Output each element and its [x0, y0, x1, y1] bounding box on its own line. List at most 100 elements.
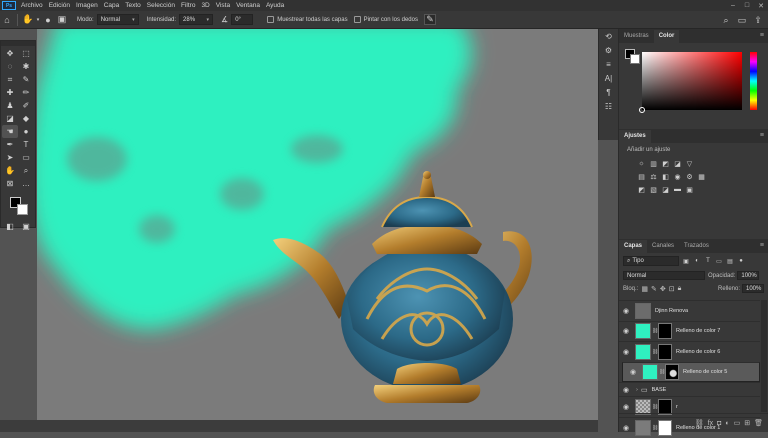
- paragraph-icon[interactable]: ¶: [599, 85, 618, 99]
- menu-ventana[interactable]: Ventana: [233, 2, 263, 9]
- brush-settings-icon[interactable]: ▣: [55, 13, 69, 27]
- home-icon[interactable]: ⌂: [0, 13, 14, 27]
- visibility-eye-icon[interactable]: ◉: [619, 348, 633, 356]
- delete-layer-icon[interactable]: 🗑︎: [754, 419, 763, 427]
- brush-settings-icon[interactable]: ⚙: [599, 43, 618, 57]
- marquee-tool-icon[interactable]: ⬚: [18, 47, 34, 60]
- lock-transparency-icon[interactable]: ▦: [641, 285, 648, 293]
- chevron-right-icon[interactable]: ›: [633, 387, 641, 393]
- link-icon[interactable]: ⛓: [652, 349, 658, 355]
- smudge-tool-icon[interactable]: ☚: [2, 125, 18, 138]
- menu-filtro[interactable]: Filtro: [178, 2, 198, 9]
- search-icon[interactable]: ⌕: [720, 14, 732, 26]
- type-tool-icon[interactable]: T: [18, 138, 34, 151]
- shape-filter-icon[interactable]: ▭: [715, 257, 723, 265]
- minimize-icon[interactable]: –: [726, 0, 740, 11]
- exposure-icon[interactable]: ◪: [673, 159, 682, 168]
- maximize-icon[interactable]: □: [740, 0, 754, 11]
- lock-position-icon[interactable]: ✥: [660, 285, 666, 293]
- visibility-eye-icon[interactable]: ◉: [619, 327, 633, 335]
- crop-tool-icon[interactable]: ⌗: [2, 73, 18, 86]
- hand-tool-icon[interactable]: ✋: [2, 164, 18, 177]
- sample-all-checkbox[interactable]: [267, 16, 275, 23]
- eyedropper-tool-icon[interactable]: ✎: [18, 73, 34, 86]
- eraser-tool-icon[interactable]: ◪: [2, 112, 18, 125]
- more-tools-icon[interactable]: …: [18, 177, 34, 190]
- new-adjustment-icon[interactable]: ◐: [725, 420, 729, 427]
- curves-icon[interactable]: ◩: [661, 159, 670, 168]
- visibility-eye-icon[interactable]: ◉: [626, 368, 640, 376]
- layers-scrollbar[interactable]: [761, 300, 767, 412]
- add-mask-icon[interactable]: ◘: [717, 420, 721, 427]
- blend-mode-select[interactable]: Normal: [623, 271, 705, 280]
- levels-icon[interactable]: ▥: [649, 159, 658, 168]
- fx-icon[interactable]: fx: [708, 420, 713, 427]
- lasso-tool-icon[interactable]: ◌: [2, 60, 18, 73]
- path-select-tool-icon[interactable]: ➤: [2, 151, 18, 164]
- screen-mode-icon[interactable]: ▣: [18, 220, 34, 233]
- properties-icon[interactable]: ☷: [599, 99, 618, 113]
- opacity-field[interactable]: 100%: [737, 271, 760, 280]
- color-lookup-icon[interactable]: ▦: [697, 172, 706, 181]
- rectangle-tool-icon[interactable]: ▭: [18, 151, 34, 164]
- finger-paint-checkbox[interactable]: [353, 16, 361, 23]
- adjust-sliders-icon[interactable]: ≡: [599, 57, 618, 71]
- document-canvas[interactable]: [37, 29, 598, 420]
- adjust-filter-icon[interactable]: ◐: [693, 257, 701, 265]
- mask-thumbnail[interactable]: [658, 323, 672, 340]
- photo-filter-icon[interactable]: ◉: [673, 172, 682, 181]
- invert-icon[interactable]: ◩: [637, 185, 646, 194]
- share-icon[interactable]: ⇪: [752, 14, 764, 26]
- history-icon[interactable]: ⟲: [599, 29, 618, 43]
- layer-row[interactable]: ◉ ⛓ Relleno de color 7: [619, 320, 760, 342]
- visibility-eye-icon[interactable]: ◉: [619, 403, 633, 411]
- color-balance-icon[interactable]: ⚖: [649, 172, 658, 181]
- tab-capas[interactable]: Capas: [619, 240, 648, 253]
- link-layers-icon[interactable]: ⛓: [695, 419, 704, 427]
- color-swatches[interactable]: [7, 195, 35, 219]
- vibrance-icon[interactable]: ▽: [685, 159, 694, 168]
- layer-group-row[interactable]: ◉ › ▭ BASE: [619, 382, 760, 396]
- channel-mixer-icon[interactable]: ⚙: [685, 172, 694, 181]
- frame-tool-icon[interactable]: ⊠: [2, 177, 18, 190]
- link-icon[interactable]: ⛓: [652, 404, 658, 410]
- healing-brush-tool-icon[interactable]: ✚: [2, 86, 18, 99]
- menu-vista[interactable]: Vista: [213, 2, 233, 9]
- layer-row[interactable]: ◉ Djinn Renova: [619, 300, 760, 321]
- menu-imagen[interactable]: Imagen: [73, 2, 101, 9]
- visibility-eye-icon[interactable]: ◉: [619, 307, 633, 315]
- menu-edicion[interactable]: Edición: [46, 2, 73, 9]
- lock-pixels-icon[interactable]: ✎: [651, 285, 657, 293]
- new-layer-icon[interactable]: ⊞: [744, 419, 750, 427]
- workspace-icon[interactable]: ▭: [736, 14, 748, 26]
- selective-color-icon[interactable]: ▣: [685, 185, 694, 194]
- link-icon[interactable]: ⛓: [659, 369, 665, 375]
- close-icon[interactable]: ✕: [754, 0, 768, 11]
- panel-background-color[interactable]: [630, 54, 640, 64]
- panel-menu-icon[interactable]: ≡: [760, 132, 764, 139]
- fill-field[interactable]: 100%: [742, 284, 764, 293]
- character-icon[interactable]: A|: [599, 71, 618, 85]
- tab-canales[interactable]: Canales: [647, 240, 679, 253]
- intensity-field[interactable]: 28% ▾: [179, 14, 214, 25]
- paint-bucket-tool-icon[interactable]: ◆: [18, 112, 34, 125]
- hue-sat-icon[interactable]: ▤: [637, 172, 646, 181]
- filter-toggle-icon[interactable]: ●: [737, 257, 745, 265]
- black-white-icon[interactable]: ◧: [661, 172, 670, 181]
- hue-slider[interactable]: [750, 52, 757, 110]
- menu-ayuda[interactable]: Ayuda: [263, 2, 287, 9]
- layer-kind-filter[interactable]: ⌕ Tipo: [623, 256, 679, 266]
- background-color[interactable]: [17, 204, 28, 215]
- quick-mask-icon[interactable]: ◧: [2, 220, 18, 233]
- clone-stamp-tool-icon[interactable]: ♟: [2, 99, 18, 112]
- smudge-tool-icon[interactable]: ✋: [21, 13, 35, 27]
- posterize-icon[interactable]: ▧: [649, 185, 658, 194]
- pen-tool-icon[interactable]: ✒: [2, 138, 18, 151]
- menu-3d[interactable]: 3D: [198, 2, 212, 9]
- mask-thumbnail[interactable]: [658, 343, 672, 360]
- history-brush-tool-icon[interactable]: ✐: [18, 99, 34, 112]
- type-filter-icon[interactable]: T: [704, 257, 712, 265]
- panel-menu-icon[interactable]: ≡: [760, 242, 764, 249]
- brush-preset-icon[interactable]: ●: [41, 13, 55, 27]
- panel-menu-icon[interactable]: ≡: [760, 32, 764, 39]
